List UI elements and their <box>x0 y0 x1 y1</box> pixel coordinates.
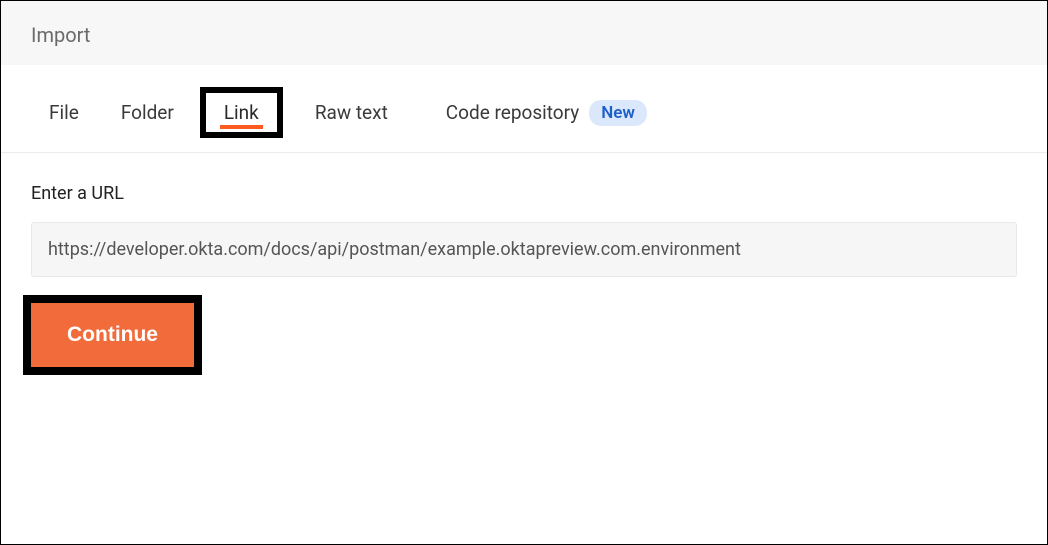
dialog-title: Import <box>31 23 90 47</box>
tab-folder-label: Folder <box>121 101 174 124</box>
continue-button-highlight: Continue <box>23 295 202 375</box>
dialog-content: File Folder Link Raw text Code repositor… <box>1 65 1047 375</box>
new-badge: New <box>589 100 647 126</box>
dialog-header: Import <box>1 1 1047 65</box>
tab-code-repository[interactable]: Code repository New <box>430 94 663 132</box>
tab-file[interactable]: File <box>31 95 97 130</box>
tab-raw-text[interactable]: Raw text <box>299 95 404 130</box>
tab-file-label: File <box>49 101 79 124</box>
tab-active-indicator <box>220 125 263 129</box>
link-form: Enter a URL Continue <box>1 153 1047 375</box>
url-label: Enter a URL <box>31 183 1017 204</box>
import-tabs: File Folder Link Raw text Code repositor… <box>1 65 1047 153</box>
continue-button[interactable]: Continue <box>31 303 194 367</box>
tab-code-repository-label: Code repository <box>446 101 579 124</box>
tab-link[interactable]: Link <box>200 87 283 138</box>
tab-folder[interactable]: Folder <box>107 95 188 130</box>
url-input[interactable] <box>31 222 1017 277</box>
tab-raw-text-label: Raw text <box>315 101 388 124</box>
tab-link-label: Link <box>224 101 259 124</box>
